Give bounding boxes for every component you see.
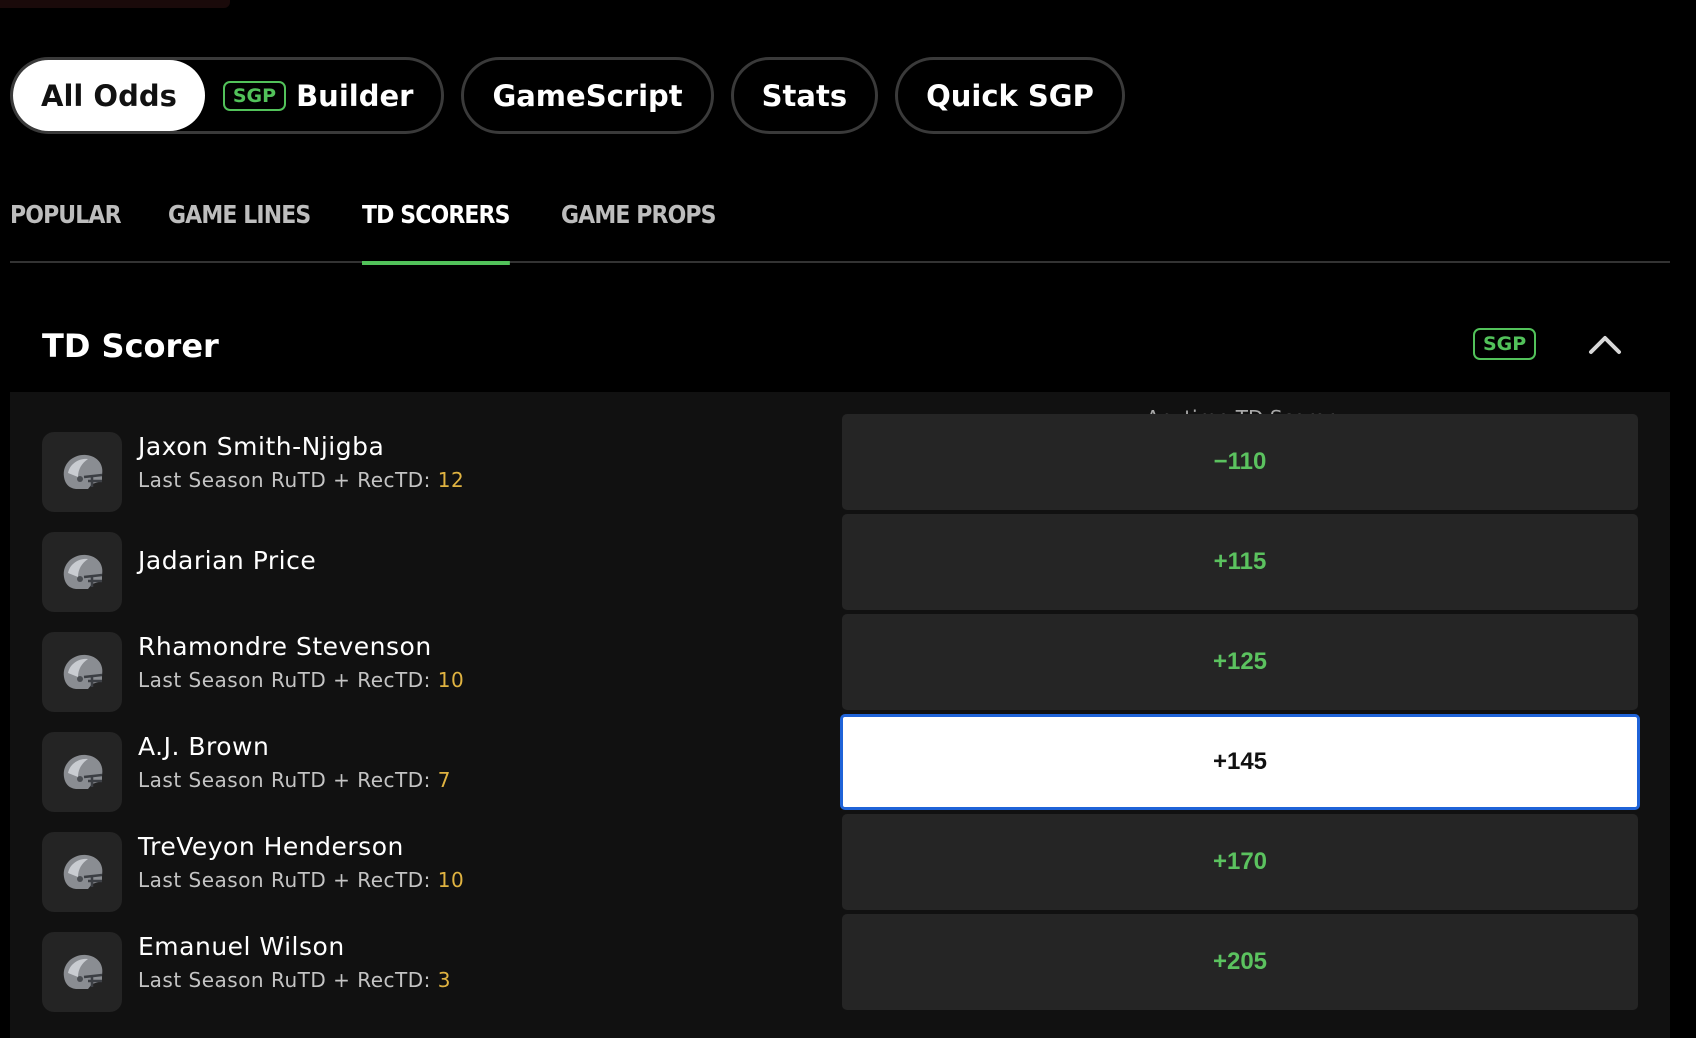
market-panel: Anytime TD Scorer Jaxon Smith-NjigbaLast… bbox=[10, 392, 1670, 1038]
player-stat: Last Season RuTD + RecTD: 10 bbox=[138, 868, 464, 892]
tab-game-props[interactable]: GAME PROPS bbox=[561, 190, 716, 263]
category-tabs: POPULAR GAME LINES TD SCORERS GAME PROPS bbox=[10, 190, 1670, 265]
section-header[interactable]: TD Scorer SGP bbox=[10, 300, 1670, 392]
stats-button[interactable]: Stats bbox=[730, 57, 879, 134]
helmet-icon bbox=[42, 932, 122, 1012]
section-title: TD Scorer bbox=[42, 327, 219, 365]
stat-label: Last Season RuTD + RecTD: bbox=[138, 668, 431, 692]
tab-popular[interactable]: POPULAR bbox=[10, 190, 122, 263]
all-odds-button[interactable]: All Odds bbox=[13, 60, 205, 131]
player-stat: Last Season RuTD + RecTD: 7 bbox=[138, 768, 451, 792]
sgp-badge: SGP bbox=[222, 80, 287, 111]
stat-value: 12 bbox=[437, 468, 465, 492]
player-name: Emanuel Wilson bbox=[138, 932, 345, 961]
player-stat: Last Season RuTD + RecTD: 3 bbox=[138, 968, 451, 992]
stat-label: Last Season RuTD + RecTD: bbox=[138, 868, 431, 892]
stat-label: Last Season RuTD + RecTD: bbox=[138, 468, 431, 492]
player-stat: Last Season RuTD + RecTD: 10 bbox=[138, 668, 464, 692]
helmet-icon bbox=[42, 532, 122, 612]
helmet-icon bbox=[42, 732, 122, 812]
player-name: TreVeyon Henderson bbox=[138, 832, 404, 861]
helmet-icon bbox=[42, 632, 122, 712]
odds-button[interactable]: +115 bbox=[842, 514, 1638, 610]
player-row: Rhamondre Stevenson Last Season RuTD + Re… bbox=[10, 614, 1670, 714]
player-row: Jadarian Price +115 bbox=[10, 514, 1670, 614]
sgp-builder-button[interactable]: SGP Builder bbox=[205, 60, 442, 131]
player-row: Jaxon Smith-Njigba Last Season RuTD + Rec… bbox=[10, 414, 1670, 514]
stat-value: 7 bbox=[437, 768, 451, 792]
tab-td-scorers[interactable]: TD SCORERS bbox=[361, 190, 510, 265]
player-row: TreVeyon Henderson Last Season RuTD + Rec… bbox=[10, 814, 1670, 914]
stat-value: 10 bbox=[437, 668, 465, 692]
odds-button[interactable]: +205 bbox=[842, 914, 1638, 1010]
odds-button[interactable]: −110 bbox=[842, 414, 1638, 510]
odds-button[interactable]: +125 bbox=[842, 614, 1638, 710]
stat-value: 3 bbox=[437, 968, 451, 992]
player-row: A.J. Brown Last Season RuTD + RecTD: 7 +14… bbox=[10, 714, 1670, 814]
chevron-up-icon[interactable] bbox=[1585, 330, 1625, 360]
player-name: A.J. Brown bbox=[138, 732, 270, 761]
quick-sgp-button[interactable]: Quick SGP bbox=[895, 57, 1125, 134]
section-sgp-badge: SGP bbox=[1473, 328, 1537, 360]
odds-button[interactable]: +145 bbox=[840, 714, 1640, 810]
helmet-icon bbox=[42, 432, 122, 512]
gamescript-button[interactable]: GameScript bbox=[461, 57, 714, 134]
helmet-icon bbox=[42, 832, 122, 912]
stat-label: Last Season RuTD + RecTD: bbox=[138, 968, 431, 992]
player-row: Emanuel Wilson Last Season RuTD + RecTD: … bbox=[10, 914, 1670, 1014]
stat-label: Last Season RuTD + RecTD: bbox=[138, 768, 431, 792]
stat-value: 10 bbox=[437, 868, 465, 892]
tab-game-lines[interactable]: GAME LINES bbox=[168, 190, 311, 263]
builder-label: Builder bbox=[296, 78, 414, 113]
top-bar-remnant bbox=[0, 0, 230, 8]
player-name: Rhamondre Stevenson bbox=[138, 632, 432, 661]
odds-button[interactable]: +170 bbox=[842, 814, 1638, 910]
odds-builder-toggle: All Odds SGP Builder bbox=[10, 57, 445, 134]
player-stat: Last Season RuTD + RecTD: 12 bbox=[138, 468, 464, 492]
mode-tabs: All Odds SGP Builder GameScript Stats Qu… bbox=[10, 57, 1125, 134]
player-name: Jadarian Price bbox=[138, 546, 317, 575]
player-name: Jaxon Smith-Njigba bbox=[138, 432, 385, 461]
